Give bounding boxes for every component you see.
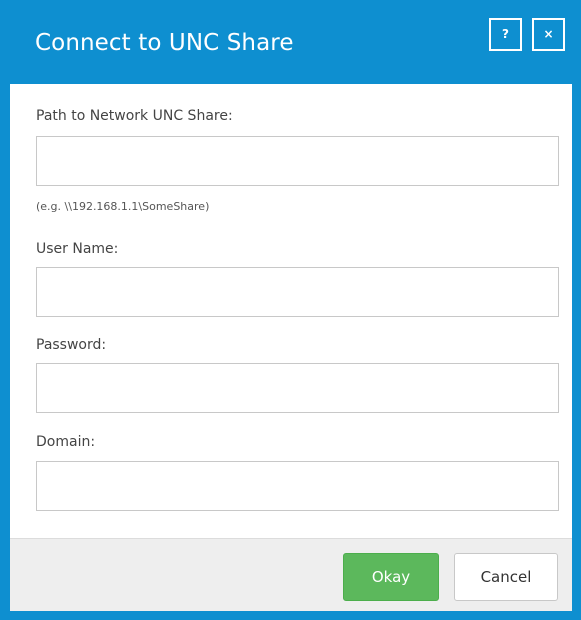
- cancel-button[interactable]: Cancel: [454, 553, 558, 601]
- dialog-body: Path to Network UNC Share: (e.g. \\192.1…: [10, 84, 572, 538]
- close-icon: ×: [543, 27, 554, 41]
- dialog-title: Connect to UNC Share: [35, 30, 294, 56]
- path-input[interactable]: [36, 136, 559, 186]
- domain-label: Domain:: [36, 434, 96, 450]
- path-label: Path to Network UNC Share:: [36, 108, 233, 124]
- username-label: User Name:: [36, 241, 119, 257]
- okay-button[interactable]: Okay: [343, 553, 439, 601]
- dialog-footer: Okay Cancel: [10, 538, 572, 611]
- dialog-titlebar: Connect to UNC Share ? ×: [0, 0, 581, 84]
- path-hint: (e.g. \\192.168.1.1\SomeShare): [36, 200, 210, 213]
- username-input[interactable]: [36, 267, 559, 317]
- close-button[interactable]: ×: [532, 18, 565, 51]
- connect-unc-share-dialog: Connect to UNC Share ? × Path to Network…: [0, 0, 581, 620]
- password-label: Password:: [36, 337, 107, 353]
- help-icon: ?: [502, 27, 509, 41]
- help-button[interactable]: ?: [489, 18, 522, 51]
- password-input[interactable]: [36, 363, 559, 413]
- domain-input[interactable]: [36, 461, 559, 511]
